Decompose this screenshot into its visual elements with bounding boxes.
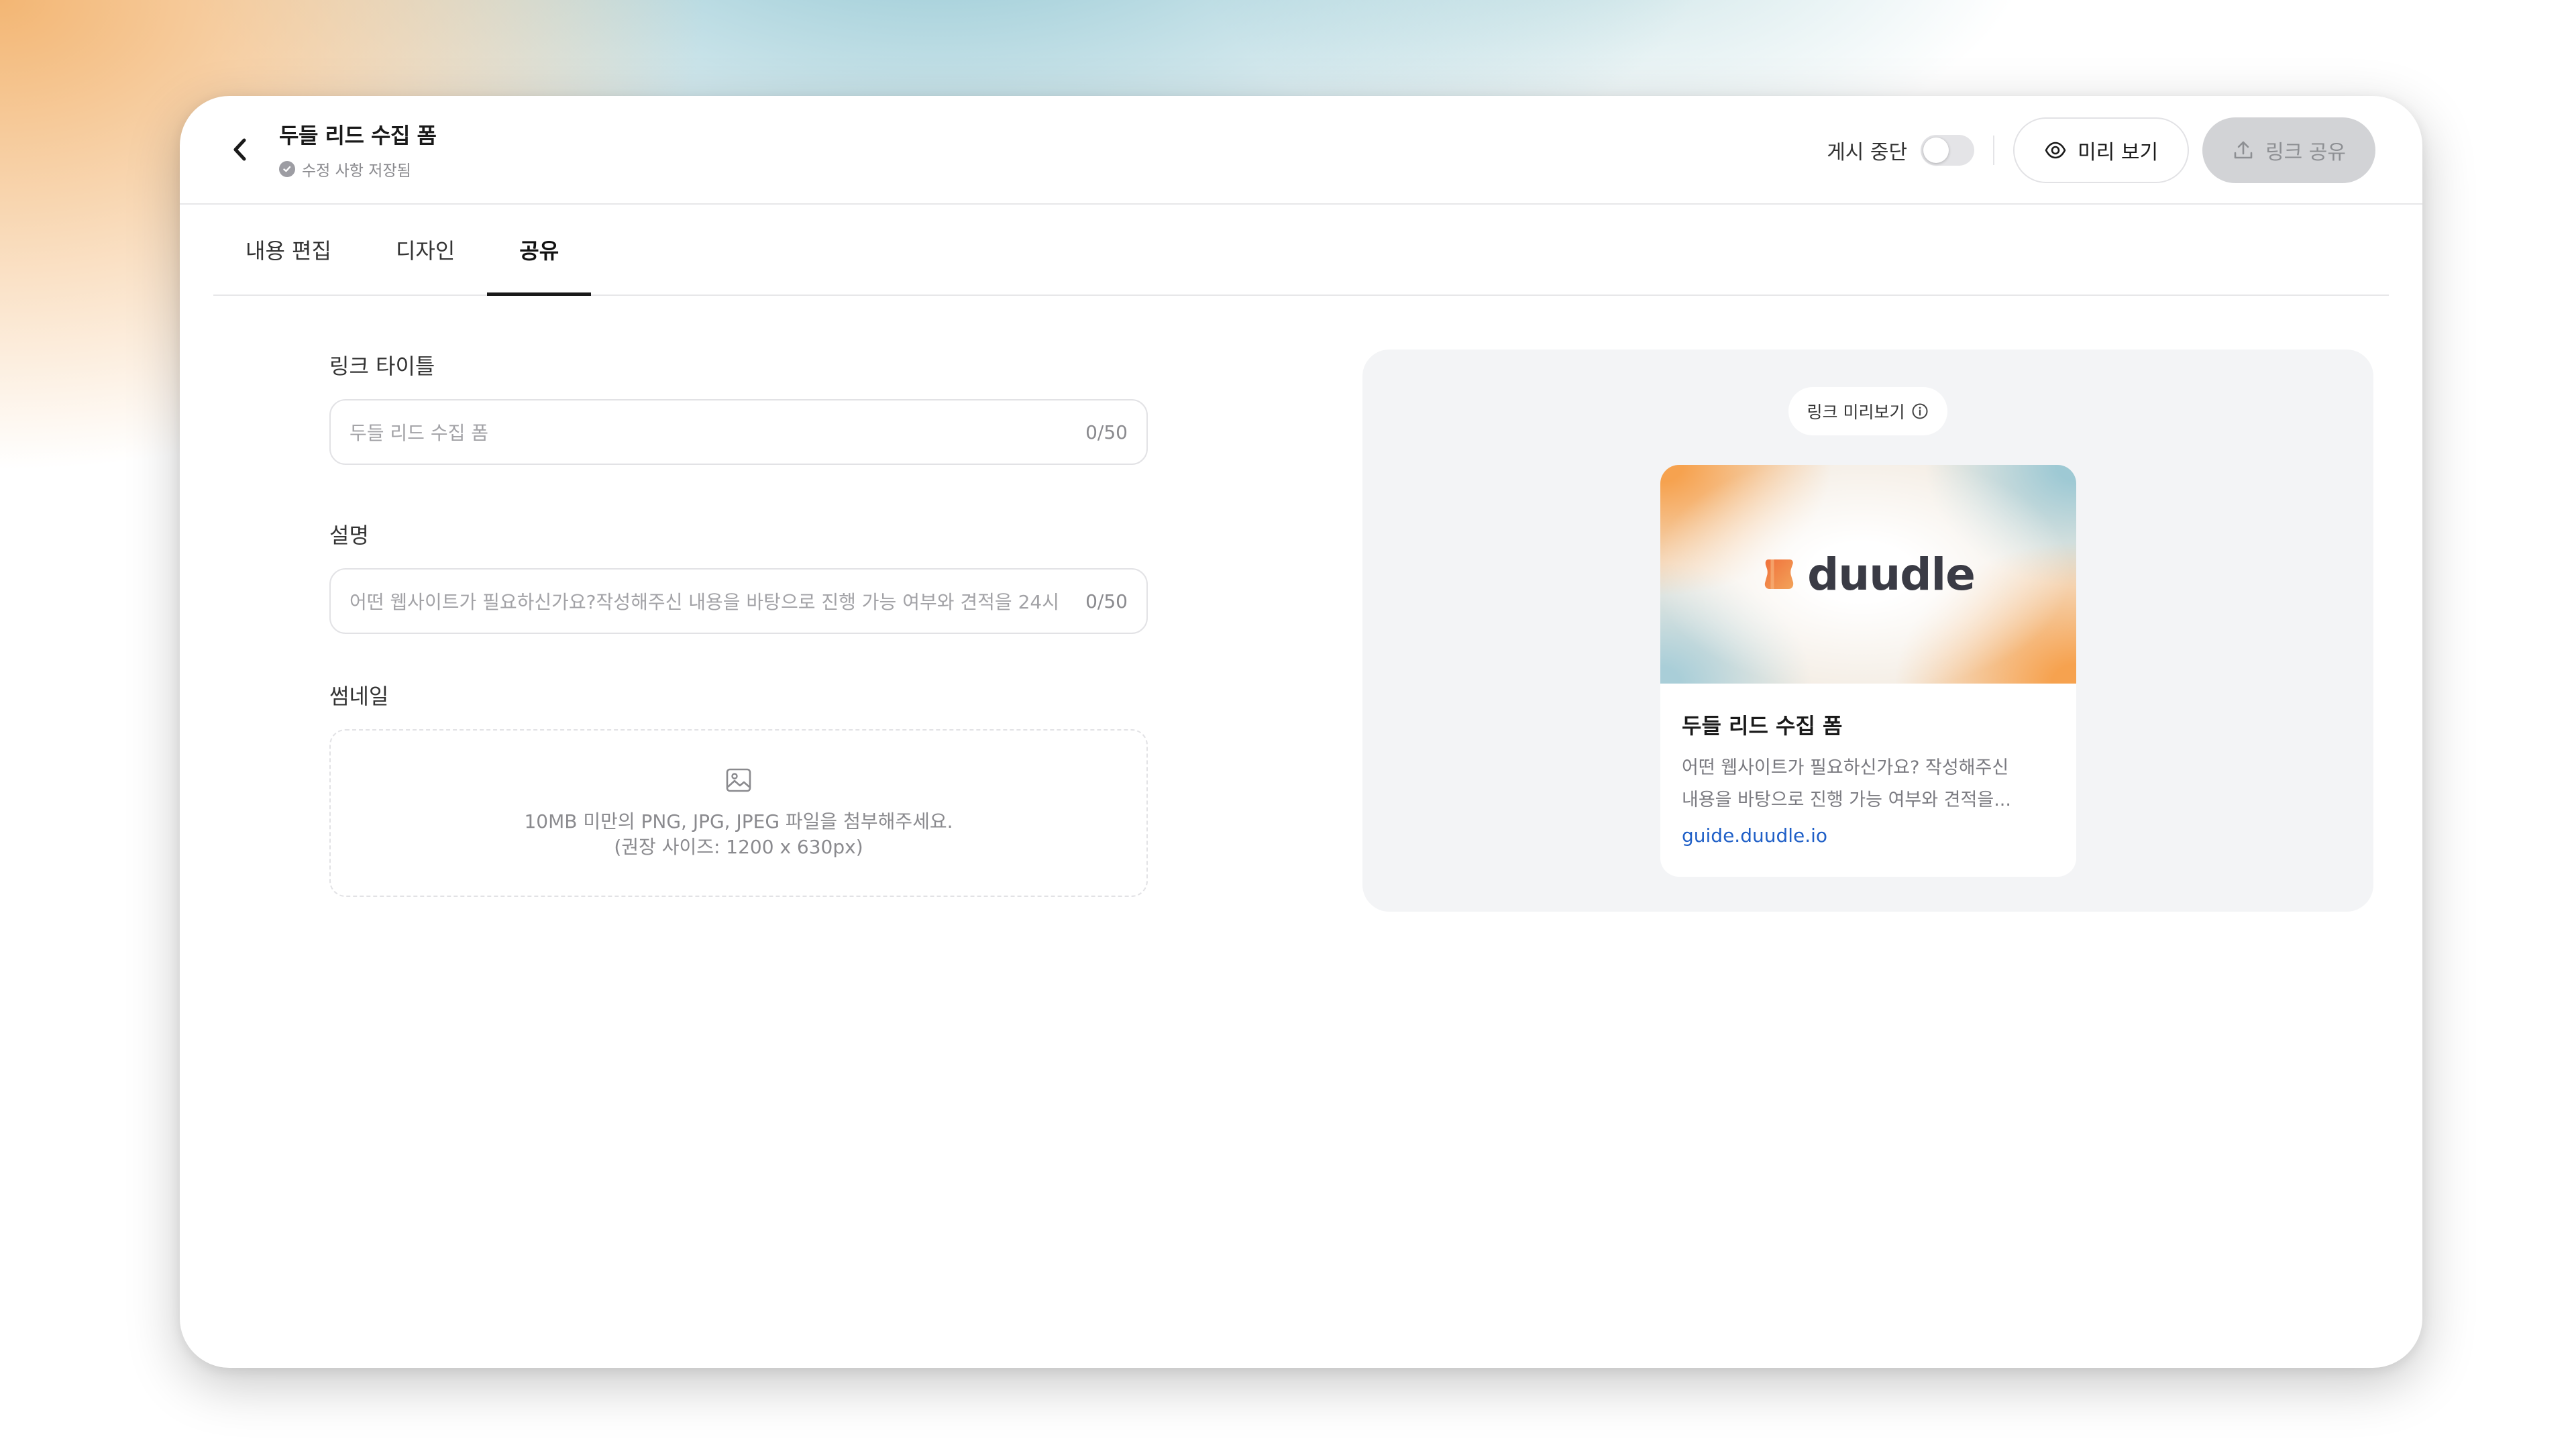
duudle-logo: duudle [1762,548,1976,600]
toggle-knob [1923,138,1949,163]
thumbnail-hint-line1: 10MB 미만의 PNG, JPG, JPEG 파일을 첨부해주세요. [524,810,953,833]
share-form: 링크 타이틀 두들 리드 수집 폼 0/50 설명 어떤 웹사이트가 필요하신가… [329,350,1148,897]
tab-edit-content[interactable]: 내용 편집 [213,205,364,294]
app-window: 두들 리드 수집 폼 수정 사항 저장됨 게시 중단 미리 보기 링크 공유 내… [180,96,2422,1368]
image-icon [724,766,753,801]
link-preview-pill: 링크 미리보기 [1788,387,1948,435]
description-placeholder: 어떤 웹사이트가 필요하신가요?작성해주신 내용을 바탕으로 진행 가능 여부와… [350,591,1059,613]
duudle-logo-wordmark: duudle [1807,548,1976,600]
eye-icon [2044,139,2067,162]
thumbnail-hint-line2: (권장 사이즈: 1200 x 630px) [614,836,863,858]
card-description-line2: 내용을 바탕으로 진행 가능 여부와 견적을... [1682,790,2011,810]
header-actions: 게시 중단 미리 보기 링크 공유 [1827,117,2375,183]
page-title: 두들 리드 수집 폼 [279,123,437,148]
description-label: 설명 [329,523,369,548]
thumbnail-label: 썸네일 [329,684,389,709]
preview-button-label: 미리 보기 [2078,141,2159,164]
share-link-button[interactable]: 링크 공유 [2202,117,2375,183]
description-counter: 0/50 [1085,590,1128,612]
card-description-line1: 어떤 웹사이트가 필요하신가요? 작성해주신 [1682,757,2009,778]
unpublish-label: 게시 중단 [1827,141,1908,164]
save-status-text: 수정 사항 저장됨 [302,162,411,180]
tab-design[interactable]: 디자인 [364,205,487,294]
unpublish-toggle[interactable] [1921,135,1975,166]
link-title-counter: 0/50 [1085,421,1128,443]
divider [1993,136,1995,165]
card-description: 어떤 웹사이트가 필요하신가요? 작성해주신 내용을 바탕으로 진행 가능 여부… [1682,752,2055,816]
link-preview-panel: 링크 미리보기 duudle 두들 리드 수집 폼 어떤 웹사이트가 필요하신가… [1362,350,2373,912]
card-title: 두들 리드 수집 폼 [1682,713,1843,739]
link-preview-pill-label: 링크 미리보기 [1807,402,1905,422]
title-block: 두들 리드 수집 폼 수정 사항 저장됨 [279,119,437,180]
chevron-left-icon [230,136,250,166]
preview-button[interactable]: 미리 보기 [2013,117,2190,183]
link-preview-card: duudle 두들 리드 수집 폼 어떤 웹사이트가 필요하신가요? 작성해주신… [1660,465,2076,877]
link-title-input[interactable]: 두들 리드 수집 폼 0/50 [329,399,1148,465]
back-button[interactable] [220,131,260,171]
link-title-label: 링크 타이틀 [329,354,435,379]
card-link-url[interactable]: guide.duudle.io [1682,824,2055,847]
thumbnail-upload-dropzone[interactable]: 10MB 미만의 PNG, JPG, JPEG 파일을 첨부해주세요. (권장 … [329,729,1148,897]
description-input[interactable]: 어떤 웹사이트가 필요하신가요?작성해주신 내용을 바탕으로 진행 가능 여부와… [329,568,1148,634]
duudle-logo-icon [1762,557,1796,592]
info-icon[interactable] [1911,402,1929,420]
tab-bar: 내용 편집 디자인 공유 [213,205,2389,296]
tab-share[interactable]: 공유 [487,205,592,296]
upload-icon [2232,139,2255,162]
link-title-placeholder: 두들 리드 수집 폼 [350,422,489,444]
header: 두들 리드 수집 폼 수정 사항 저장됨 게시 중단 미리 보기 링크 공유 [180,96,2422,205]
share-link-button-label: 링크 공유 [2265,141,2346,164]
card-body: 두들 리드 수집 폼 어떤 웹사이트가 필요하신가요? 작성해주신 내용을 바탕… [1660,684,2076,847]
check-circle-icon [279,161,295,177]
card-thumbnail: duudle [1660,465,2076,684]
save-status: 수정 사항 저장됨 [279,158,437,180]
